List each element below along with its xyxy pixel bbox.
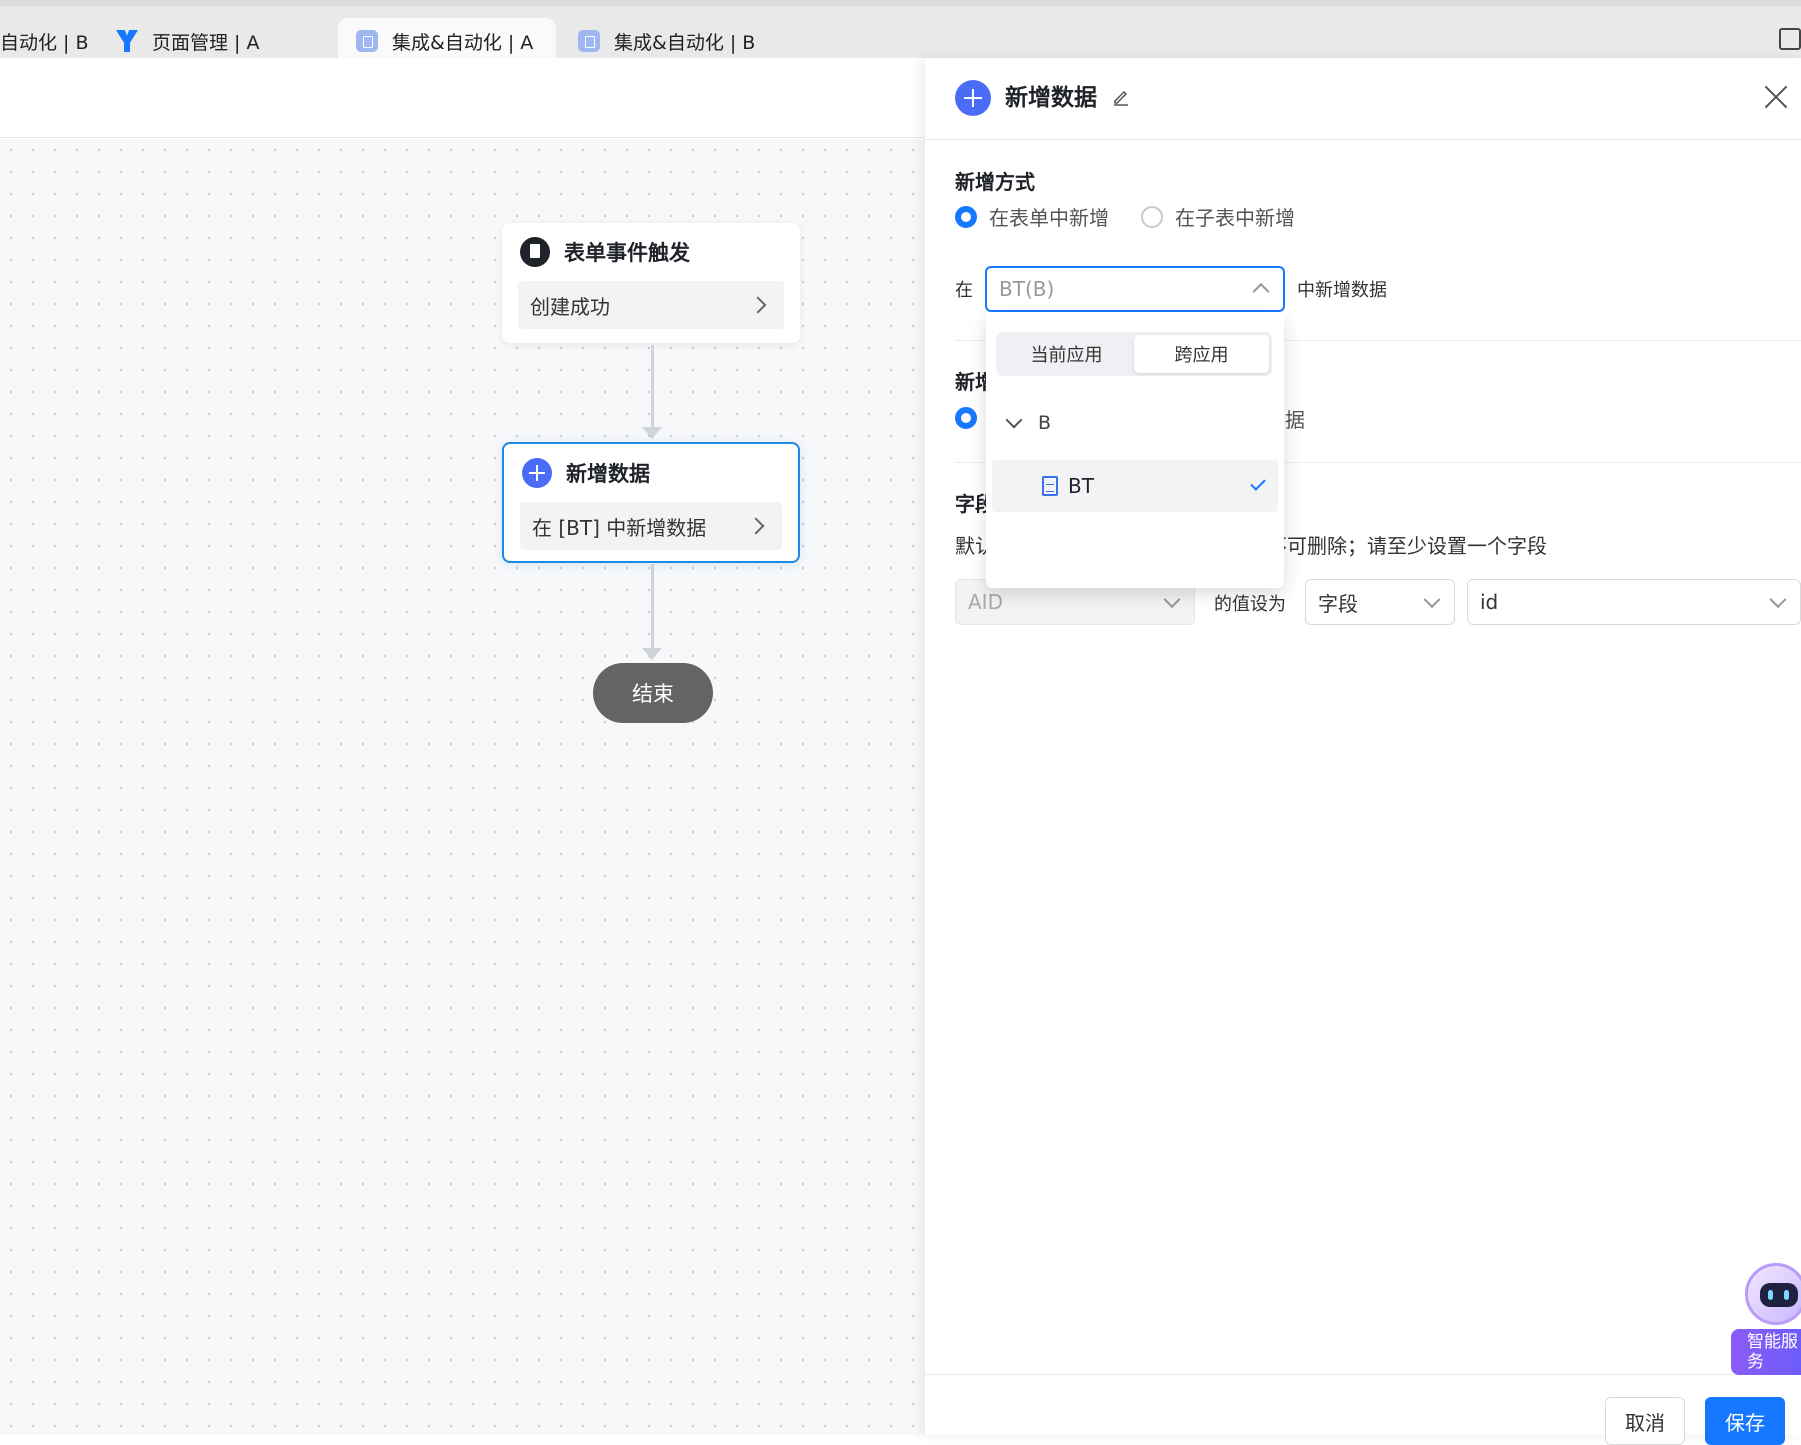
chevron-down-icon [1423, 591, 1441, 609]
tab-label: 自动化 | B [0, 31, 89, 54]
check-icon [1250, 475, 1266, 491]
trigger-node-body: 创建成功 [530, 294, 610, 319]
trigger-node[interactable]: 表单事件触发 创建成功 [502, 223, 800, 343]
drawer-header: 新增数据 [925, 58, 1801, 140]
value-type-select[interactable]: 字段 [1305, 579, 1455, 625]
close-icon[interactable] [1761, 82, 1791, 112]
tab-label: 集成&自动化 | B [614, 31, 756, 54]
cancel-button[interactable]: 取消 [1605, 1397, 1685, 1445]
radio-subform-label[interactable]: 在子表中新增 [1175, 202, 1295, 231]
end-node-label: 结束 [632, 682, 674, 706]
section2-option-fragment: 据 [1285, 408, 1305, 432]
arrow-down-icon [642, 427, 662, 439]
chevron-up-icon [1252, 282, 1270, 300]
source-field-value: id [1480, 590, 1499, 614]
tab-label: 集成&自动化 | A [392, 31, 534, 54]
chevron-down-icon [1769, 591, 1787, 609]
trigger-node-header: 表单事件触发 [502, 223, 800, 281]
assistant-button[interactable]: 智能服务 [1731, 1329, 1801, 1375]
section2-radio[interactable] [955, 407, 977, 429]
target-form-select-value: BT(B) [999, 277, 1055, 301]
section2-title-text: 新 [955, 370, 975, 394]
form-doc-icon [1042, 476, 1058, 496]
add-mode-title: 新增方式 [955, 170, 1035, 194]
target-form-row: 在 BT(B) 中新增数据 [955, 266, 1387, 312]
add-mode-radio-group: 在表单中新增 在子表中新增 [955, 202, 1327, 231]
form-picker-dropdown: 当前应用 跨应用 B BT [986, 312, 1284, 588]
yida-logo-icon [116, 30, 138, 52]
config-drawer: 新增数据 新增方式 在表单中新增 在子表中新增 在 BT(B) 中新增数据 新增… [925, 58, 1801, 1445]
browser-tab-bar: 自动化 | B 页面管理 | A 集成&自动化 | A 集成&自动化 | B [0, 0, 1801, 64]
radio-form[interactable] [955, 205, 977, 228]
in-suffix: 中新增数据 [1297, 280, 1387, 301]
target-field-value: AID [968, 590, 1003, 614]
flow-connector [651, 345, 654, 428]
flow-connector [651, 564, 654, 650]
app-scope-segmented: 当前应用 跨应用 [996, 332, 1272, 376]
radio-subform[interactable] [1141, 205, 1163, 228]
target-form-select[interactable]: BT(B) [985, 266, 1285, 312]
add-data-node-summary[interactable]: 在 [BT] 中新增数据 [520, 502, 782, 550]
tab-label: 页面管理 | A [152, 31, 260, 54]
tree-item-bt[interactable]: BT [992, 460, 1278, 512]
add-data-node[interactable]: 新增数据 在 [BT] 中新增数据 [502, 442, 800, 563]
plus-circle-icon [522, 458, 552, 488]
radio-form-label[interactable]: 在表单中新增 [989, 202, 1109, 231]
value-type-value: 字段 [1318, 591, 1358, 616]
drawer-title: 新增数据 [1005, 85, 1097, 111]
chevron-right-icon [749, 296, 767, 314]
chevron-down-icon [1163, 591, 1181, 609]
segment-current-app[interactable]: 当前应用 [999, 335, 1134, 373]
source-field-select[interactable]: id [1467, 579, 1801, 625]
drawer-footer: 取消 保存 [925, 1374, 1801, 1445]
segment-cross-app[interactable]: 跨应用 [1134, 335, 1269, 373]
canvas-toolbar [0, 58, 925, 138]
doc-app-icon [578, 30, 600, 52]
window-restore-icon[interactable] [1779, 28, 1801, 50]
in-prefix: 在 [955, 280, 973, 301]
tree-group-b[interactable]: B [1004, 411, 1052, 434]
arrow-down-icon [642, 648, 662, 660]
set-value-label: 的值设为 [1214, 594, 1286, 615]
field-desc-right: 不可删除；请至少设置一个字段 [1267, 534, 1547, 558]
doc-app-icon [356, 30, 378, 52]
form-doc-icon [520, 237, 550, 267]
assistant-robot-icon[interactable] [1745, 1263, 1801, 1325]
trigger-node-title: 表单事件触发 [564, 241, 690, 265]
chevron-right-icon [747, 517, 765, 535]
chevron-down-icon [1005, 411, 1023, 429]
field-section-title-text: 字 [955, 492, 975, 516]
plus-circle-icon [955, 80, 991, 116]
add-data-node-title: 新增数据 [566, 462, 650, 486]
add-data-node-header: 新增数据 [504, 444, 798, 502]
tree-group-label: B [1038, 412, 1052, 434]
end-node[interactable]: 结束 [593, 663, 713, 723]
save-button[interactable]: 保存 [1705, 1397, 1785, 1445]
edit-pencil-icon[interactable] [1112, 88, 1130, 106]
section2-radio-group [955, 407, 989, 429]
add-data-node-body: 在 [BT] 中新增数据 [532, 515, 707, 540]
tree-item-label: BT [1068, 474, 1094, 498]
trigger-node-condition[interactable]: 创建成功 [518, 281, 784, 329]
